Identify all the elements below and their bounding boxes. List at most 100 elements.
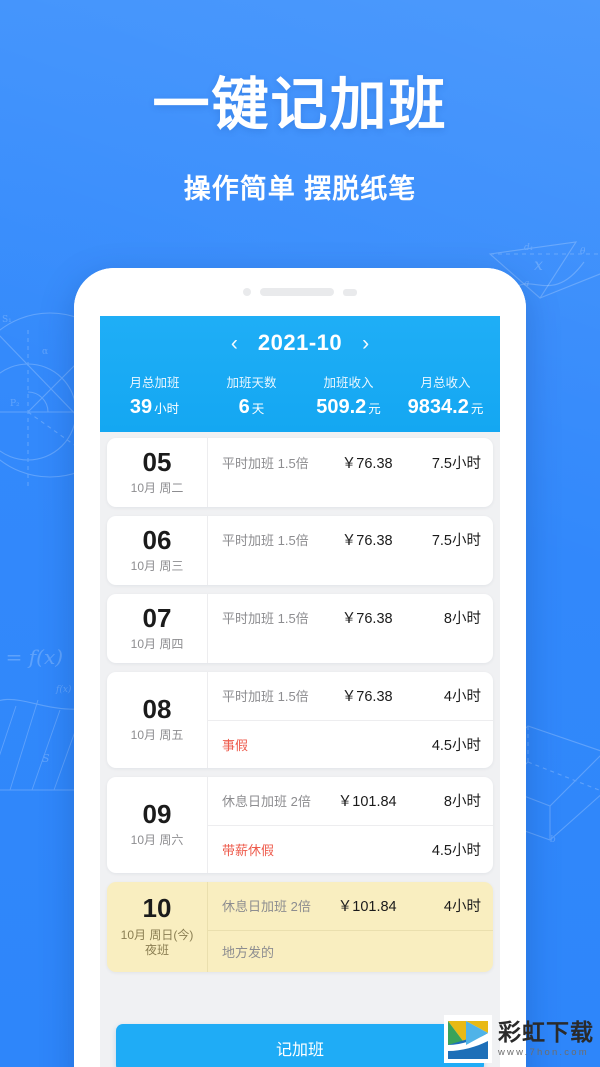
stat-label: 加班收入: [323, 376, 374, 390]
day-card[interactable]: 05 10月 周二 平时加班 1.5倍 ￥76.38 7.5小时: [107, 438, 493, 507]
day-weekday-label: 10月 周二: [130, 481, 184, 496]
stat-total-overtime: 月总加班 39 小时: [106, 372, 203, 419]
day-number: 09: [142, 799, 172, 830]
next-month-icon[interactable]: ›: [360, 333, 371, 354]
day-number: 10: [142, 893, 172, 924]
day-weekday-label: 10月 周四: [130, 636, 184, 651]
day-card[interactable]: 09 10月 周六 休息日加班 2倍 ￥101.84 8小时带薪休假 4.5小时: [107, 776, 493, 873]
entry-row[interactable]: 休息日加班 2倍 ￥101.84 8小时: [208, 777, 493, 825]
entry-leave-type: 带薪休假: [222, 842, 275, 858]
entry-row[interactable]: 平时加班 1.5倍 ￥76.38 4小时: [208, 672, 493, 720]
stat-unit: 小时: [154, 402, 180, 416]
app-screen: ‹ 2021-10 › 月总加班 39 小时 加班天数 6天 加班收入 509.…: [100, 316, 500, 1067]
entry-pay: ￥101.84: [337, 794, 397, 811]
entry-hours: 7.5小时: [431, 533, 481, 550]
rainbow-download-logo-icon: [444, 1015, 492, 1063]
day-weekday-label: 10月 周六: [130, 833, 184, 848]
stat-unit: 元: [470, 402, 484, 416]
day-date-column: 08 10月 周五: [107, 672, 207, 768]
entry-pay: ￥76.38: [341, 533, 393, 550]
entry-overtime-type: 平时加班 1.5倍: [222, 611, 309, 627]
promo-text-block: 一键记加班 操作简单 摆脱纸笔: [0, 72, 600, 206]
entry-overtime-type: 平时加班 1.5倍: [222, 689, 309, 705]
entry-row[interactable]: 平时加班 1.5倍 ￥76.38 7.5小时: [208, 516, 493, 564]
day-date-column: 09 10月 周六: [107, 777, 207, 873]
camera-dot-icon: [243, 288, 251, 296]
day-date-column: 07 10月 周四: [107, 594, 207, 663]
summary-stats-row: 月总加班 39 小时 加班天数 6天 加班收入 509.2 元 月总收入 9834.…: [100, 372, 500, 419]
watermark-title: 彩虹下载: [498, 1018, 594, 1045]
svg-text:a: a: [524, 279, 529, 289]
stat-unit: 元: [368, 402, 381, 416]
entry-leave-type: 事假: [222, 737, 249, 753]
promo-page: S₁ α P₂ M₄ γ y = f(x) f(x) S a b d₁ θ a: [0, 0, 600, 1067]
entry-row[interactable]: 事假 4.5小时: [208, 719, 493, 768]
day-card[interactable]: 10 10月 周日(今) 夜班 休息日加班 2倍 ￥101.84 4小时 地方发的: [107, 881, 493, 972]
day-entries: 平时加班 1.5倍 ￥76.38 4小时事假 4.5小时: [207, 671, 493, 768]
day-date-column: 06 10月 周三: [107, 516, 207, 585]
current-month-label: 2021-10: [257, 330, 343, 355]
entry-row[interactable]: 平时加班 1.5倍 ￥76.38 7.5小时: [208, 438, 493, 486]
svg-text:θ: θ: [580, 247, 586, 257]
entry-overtime-type: 休息日加班 2倍: [222, 899, 311, 915]
record-overtime-button[interactable]: 记加班: [116, 1024, 484, 1067]
svg-text:S₁: S₁: [2, 315, 12, 325]
app-header: ‹ 2021-10 › 月总加班 39 小时 加班天数 6天 加班收入 509.…: [100, 316, 500, 432]
entry-hours: 4小时: [443, 689, 481, 706]
day-entries: 平时加班 1.5倍 ￥76.38 7.5小时: [207, 438, 493, 507]
entry-row[interactable]: 带薪休假 4.5小时: [208, 824, 493, 873]
entry-hours: 4.5小时: [431, 737, 481, 754]
app-footer: 记加班: [100, 1010, 500, 1067]
svg-text:d₁: d₁: [524, 243, 533, 253]
day-date-column: 05 10月 周二: [107, 438, 207, 507]
day-number: 07: [142, 602, 172, 633]
overtime-day-list[interactable]: 05 10月 周二 平时加班 1.5倍 ￥76.38 7.5小时 06 10月 周三 平时加班…: [100, 432, 500, 972]
watermark: 彩虹下载 www.7hon.com: [444, 1015, 594, 1063]
day-date-column: 10 10月 周日(今) 夜班: [107, 882, 207, 972]
entry-pay: ￥101.84: [337, 899, 397, 916]
entry-note: 地方发的: [222, 944, 275, 960]
entry-note-row[interactable]: 地方发的: [208, 929, 493, 972]
entry-hours: 4小时: [443, 899, 481, 916]
day-card[interactable]: 08 10月 周五 平时加班 1.5倍 ￥76.38 4小时事假 4.5小时: [107, 671, 493, 768]
day-entries: 休息日加班 2倍 ￥101.84 8小时带薪休假 4.5小时: [207, 776, 493, 873]
svg-text:b: b: [550, 835, 556, 845]
entry-overtime-type: 休息日加班 2倍: [222, 794, 311, 810]
stat-label: 月总收入: [420, 376, 471, 390]
stat-value: 509.2: [316, 396, 367, 418]
entry-hours: 4.5小时: [431, 842, 481, 859]
day-card[interactable]: 07 10月 周四 平时加班 1.5倍 ￥76.38 8小时: [107, 593, 493, 663]
stat-label: 月总加班: [129, 376, 180, 390]
watermark-text: 彩虹下载 www.7hon.com: [498, 1018, 594, 1058]
day-card[interactable]: 06 10月 周三 平时加班 1.5倍 ￥76.38 7.5小时: [107, 515, 493, 585]
stat-label: 加班天数: [226, 376, 277, 390]
month-navigator: ‹ 2021-10 ›: [100, 326, 500, 360]
day-entries: 平时加班 1.5倍 ￥76.38 7.5小时: [207, 515, 493, 585]
day-number: 05: [142, 447, 172, 477]
day-number: 06: [142, 524, 172, 555]
speaker-grille-icon: [260, 288, 334, 296]
stat-value: 9834.2: [407, 396, 469, 418]
svg-text:α: α: [42, 347, 48, 357]
day-weekday-label: 10月 周五: [130, 728, 184, 743]
watermark-url: www.7hon.com: [498, 1046, 589, 1058]
svg-text:P₂: P₂: [10, 399, 20, 409]
entry-hours: 8小时: [443, 794, 481, 811]
day-weekday-label: 10月 周日(今) 夜班: [120, 927, 194, 958]
prev-month-icon[interactable]: ‹: [229, 333, 240, 354]
stat-value: 39: [129, 396, 153, 418]
entry-pay: ￥76.38: [341, 611, 393, 628]
entry-row[interactable]: 休息日加班 2倍 ￥101.84 4小时: [208, 882, 493, 930]
phone-speaker-area: [74, 268, 526, 316]
stat-overtime-income: 加班收入 509.2 元: [300, 372, 397, 419]
day-number: 08: [142, 694, 172, 725]
entry-pay: ￥76.38: [341, 689, 393, 706]
page-title: 一键记加班: [152, 73, 448, 137]
svg-text:S: S: [42, 752, 50, 765]
day-weekday-label: 10月 周三: [130, 559, 184, 574]
entry-row[interactable]: 平时加班 1.5倍 ￥76.38 8小时: [208, 594, 493, 642]
svg-text:f(x): f(x): [55, 684, 72, 695]
svg-text:y = f(x): y = f(x): [0, 645, 63, 669]
entry-hours: 8小时: [443, 611, 481, 628]
svg-text:x: x: [534, 255, 543, 274]
